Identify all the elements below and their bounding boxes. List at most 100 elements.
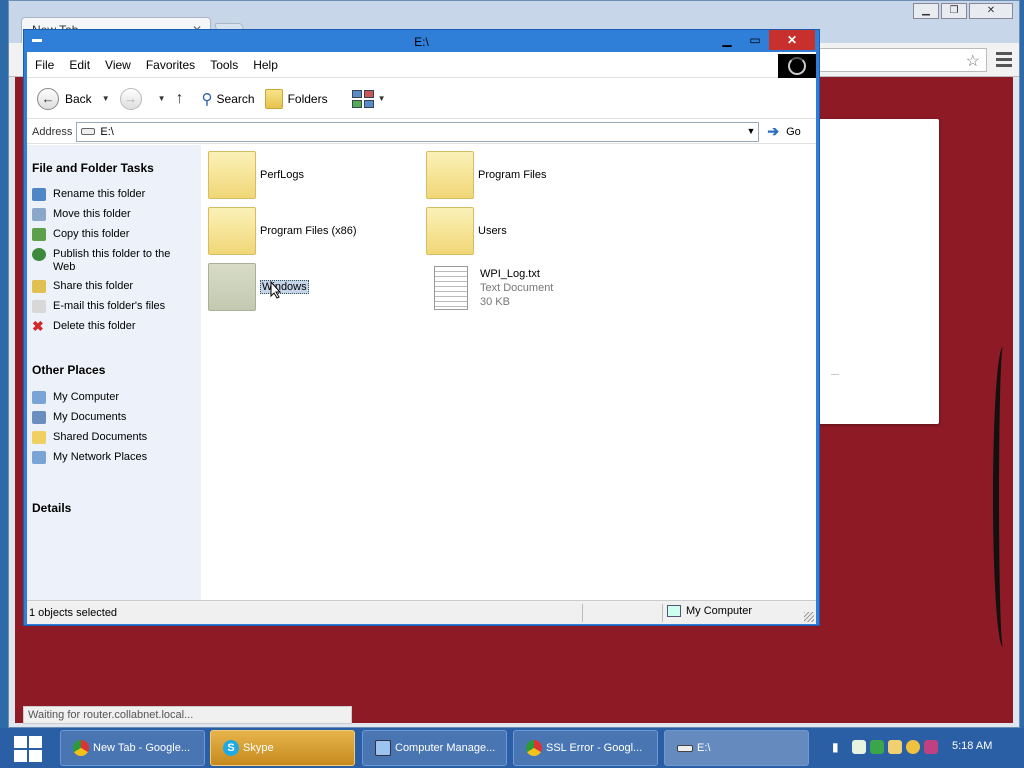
chrome-icon — [73, 740, 89, 756]
file-folder-tasks-heading[interactable]: File and Folder Tasks — [27, 161, 201, 175]
taskbar-item-computer-management[interactable]: Computer Manage... — [362, 730, 507, 766]
go-button[interactable]: ➔ Go — [759, 123, 800, 140]
place-my-computer[interactable]: My Computer — [27, 391, 201, 411]
back-dropdown-icon[interactable]: ▼ — [102, 94, 110, 103]
views-button[interactable]: ▼ — [351, 89, 386, 108]
item-label: Users — [478, 225, 507, 237]
computer-management-icon — [375, 740, 391, 756]
tray-overflow-icon[interactable]: ▮ — [832, 740, 839, 754]
computer-icon — [32, 391, 46, 404]
taskbar-item-explorer[interactable]: E:\ — [664, 730, 809, 766]
folder-item[interactable]: Program Files (x86) — [208, 207, 357, 255]
page-card — [819, 119, 939, 424]
mouse-cursor-icon — [270, 281, 282, 299]
taskbar-item-label: Skype — [243, 742, 274, 754]
file-item[interactable]: WPI_Log.txt Text Document 30 KB — [426, 266, 553, 310]
standard-toolbar: ← Back ▼ → ▼ ↑ ⚲ Search Folders ▼ — [27, 79, 816, 119]
bookmark-star-icon[interactable]: ☆ — [966, 51, 980, 71]
notes-icon[interactable] — [852, 740, 866, 754]
drive-icon — [677, 744, 693, 752]
menu-view[interactable]: View — [105, 58, 131, 72]
selection-status: 1 objects selected — [29, 607, 118, 619]
item-label-editing[interactable]: Windows — [260, 280, 309, 294]
details-heading[interactable]: Details — [27, 501, 201, 515]
menu-help[interactable]: Help — [253, 58, 278, 72]
address-bar: Address E:\ ▼ ➔ Go — [27, 120, 816, 144]
minimize-icon[interactable]: ▁ — [713, 30, 741, 50]
taskbar-item-new-tab[interactable]: New Tab - Google... — [60, 730, 205, 766]
forward-button[interactable]: → ▼ — [119, 87, 166, 110]
folders-button[interactable]: Folders — [264, 88, 328, 109]
task-rename-folder[interactable]: Rename this folder — [27, 188, 201, 208]
clock[interactable]: 5:18 AM — [952, 740, 992, 752]
skype-icon: S — [223, 740, 239, 756]
place-label: Shared Documents — [53, 431, 148, 443]
background-arc — [993, 347, 1013, 647]
start-button[interactable] — [14, 736, 42, 762]
menu-favorites[interactable]: Favorites — [146, 58, 195, 72]
settings-gear-icon[interactable] — [924, 740, 938, 754]
close-icon[interactable]: ✕ — [769, 30, 815, 50]
smiley-icon[interactable] — [906, 740, 920, 754]
taskbar-item-skype[interactable]: S Skype — [210, 730, 355, 766]
zone-status: My Computer — [667, 605, 752, 617]
task-share-folder[interactable]: Share this folder — [27, 280, 201, 300]
folder-item[interactable]: Program Files — [426, 151, 546, 199]
task-copy-folder[interactable]: Copy this folder — [27, 228, 201, 248]
task-move-folder[interactable]: Move this folder — [27, 208, 201, 228]
address-dropdown-icon[interactable]: ▼ — [746, 126, 755, 136]
up-folder-icon[interactable]: ↑ — [176, 90, 184, 108]
address-input[interactable]: E:\ ▼ — [76, 121, 760, 142]
address-label: Address — [32, 125, 73, 138]
menu-tools[interactable]: Tools — [210, 58, 238, 72]
restore-icon[interactable]: ❐ — [941, 3, 967, 19]
zone-label: My Computer — [686, 605, 753, 617]
task-delete-folder[interactable]: ✖ Delete this folder — [27, 319, 201, 340]
forward-dropdown-icon[interactable]: ▼ — [158, 94, 166, 103]
folder-item-selected[interactable]: Windows — [208, 263, 309, 311]
taskbar-item-label: New Tab - Google... — [93, 742, 191, 754]
explorer-titlebar[interactable]: E:\ ▁ ▭ ✕ — [24, 30, 819, 52]
menu-file[interactable]: File — [35, 58, 54, 72]
place-my-documents[interactable]: My Documents — [27, 411, 201, 431]
task-label: Move this folder — [53, 208, 131, 220]
back-button[interactable]: ← Back ▼ — [37, 87, 110, 110]
copy-icon — [32, 228, 46, 241]
task-pane: File and Folder Tasks Rename this folder… — [27, 145, 201, 600]
network-status-icon[interactable] — [870, 740, 884, 754]
file-folder-task-list: Rename this folder Move this folder Copy… — [27, 188, 201, 340]
resize-grip[interactable] — [804, 612, 814, 622]
item-size: 30 KB — [480, 296, 510, 308]
views-dropdown-icon: ▼ — [377, 94, 386, 103]
chrome-menu-icon[interactable] — [993, 49, 1015, 71]
window-title: E:\ — [414, 35, 429, 49]
place-shared-documents[interactable]: Shared Documents — [27, 431, 201, 451]
close-icon[interactable]: ✕ — [969, 3, 1013, 19]
omnibox[interactable]: ☆ — [809, 48, 987, 72]
go-arrow-icon: ➔ — [767, 123, 780, 139]
folder-icon — [426, 207, 474, 255]
task-email-files[interactable]: E-mail this folder's files — [27, 300, 201, 320]
maximize-icon[interactable]: ▭ — [741, 30, 769, 50]
item-type: Text Document — [480, 282, 554, 294]
item-label: WPI_Log.txt — [480, 268, 540, 280]
taskbar-item-ssl-error[interactable]: SSL Error - Googl... — [513, 730, 658, 766]
folder-item[interactable]: PerfLogs — [208, 151, 304, 199]
menu-edit[interactable]: Edit — [69, 58, 90, 72]
rename-icon — [32, 188, 46, 201]
status-bar: 1 objects selected My Computer — [27, 600, 816, 624]
windows-logo-throbber — [778, 54, 816, 78]
place-my-network-places[interactable]: My Network Places — [27, 451, 201, 471]
address-value: E:\ — [100, 125, 114, 138]
text-document-icon — [434, 266, 468, 310]
search-label: Search — [216, 91, 255, 106]
views-icon — [351, 89, 374, 108]
chrome-window-controls: ▁ ❐ ✕ — [911, 3, 1013, 19]
folder-item[interactable]: Users — [426, 207, 507, 255]
task-publish-folder[interactable]: Publish this folder to the Web — [27, 248, 201, 280]
task-label: Delete this folder — [53, 320, 136, 332]
minimize-icon[interactable]: ▁ — [913, 3, 939, 19]
shield-icon[interactable] — [888, 740, 902, 754]
other-places-heading[interactable]: Other Places — [27, 363, 201, 377]
search-button[interactable]: ⚲ Search — [202, 90, 255, 108]
